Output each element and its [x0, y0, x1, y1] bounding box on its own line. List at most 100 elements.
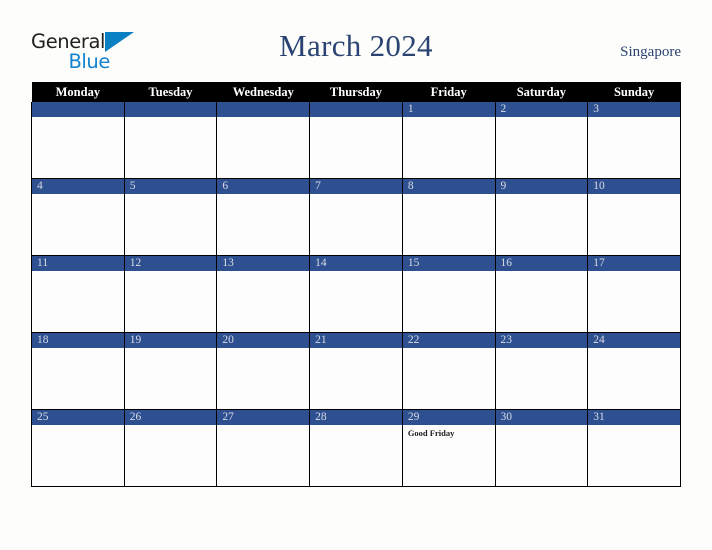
calendar-day-cell[interactable]: 10 — [587, 178, 681, 256]
calendar-day-cell[interactable]: 23 — [494, 332, 589, 410]
weekday-header-wednesday: Wednesday — [216, 82, 310, 102]
day-number — [124, 102, 217, 117]
weekday-header-tuesday: Tuesday — [124, 82, 217, 102]
day-number: 9 — [495, 179, 588, 194]
calendar-day-cell[interactable]: 28 — [309, 409, 403, 487]
day-events — [32, 425, 124, 428]
day-events — [125, 348, 217, 351]
calendar-day-cell[interactable]: 6 — [216, 178, 311, 256]
day-events — [588, 194, 680, 197]
day-number — [310, 102, 402, 117]
day-number: 21 — [310, 333, 402, 348]
calendar-day-cell[interactable]: 17 — [587, 255, 681, 333]
calendar-day-cell[interactable]: 31 — [587, 409, 681, 487]
calendar-day-cell[interactable]: 21 — [309, 332, 403, 410]
weekday-header-monday: Monday — [31, 82, 125, 102]
day-events — [217, 194, 309, 197]
calendar-day-cell[interactable]: 1 — [401, 102, 496, 179]
weekday-header-row: Monday Tuesday Wednesday Thursday Friday… — [31, 82, 681, 102]
day-number: 18 — [32, 333, 124, 348]
calendar-day-cell[interactable]: 9 — [494, 178, 589, 256]
day-events — [125, 117, 217, 120]
day-events — [496, 271, 588, 274]
day-events — [32, 271, 124, 274]
day-number: 26 — [124, 410, 217, 425]
calendar-day-cell[interactable]: 12 — [123, 255, 218, 333]
calendar-day-cell[interactable]: 14 — [309, 255, 403, 333]
day-events — [125, 425, 217, 428]
day-number: 19 — [124, 333, 217, 348]
calendar-empty-cell[interactable] — [31, 102, 125, 179]
calendar-day-cell[interactable]: 7 — [309, 178, 403, 256]
day-number: 13 — [217, 256, 310, 271]
calendar-day-cell[interactable]: 22 — [401, 332, 496, 410]
calendar-day-cell[interactable]: 25 — [31, 409, 125, 487]
day-events — [496, 425, 588, 428]
day-number: 11 — [32, 256, 124, 271]
day-number: 17 — [588, 256, 680, 271]
calendar-day-cell[interactable]: 19 — [123, 332, 218, 410]
day-number: 8 — [402, 179, 495, 194]
day-number: 15 — [402, 256, 495, 271]
calendar-day-cell[interactable]: 11 — [31, 255, 125, 333]
day-events — [32, 117, 124, 120]
day-events — [588, 425, 680, 428]
calendar-day-cell[interactable]: 27 — [216, 409, 311, 487]
calendar-week-row: 18 19 20 21 22 23 24 — [31, 332, 681, 410]
day-events — [217, 348, 309, 351]
day-events — [588, 271, 680, 274]
calendar-week-row: 123 — [31, 102, 681, 179]
calendar-day-cell[interactable]: 18 — [31, 332, 125, 410]
day-number: 25 — [32, 410, 124, 425]
day-number: 12 — [124, 256, 217, 271]
day-events — [403, 348, 495, 351]
calendar-day-cell[interactable]: 15 — [401, 255, 496, 333]
country-label: Singapore — [620, 44, 681, 60]
calendar-day-cell[interactable]: 30 — [494, 409, 589, 487]
day-number — [32, 102, 124, 117]
day-events — [403, 271, 495, 274]
calendar-week-row: 4 5 6 7 8 9 10 — [31, 178, 681, 256]
calendar-day-cell[interactable]: 8 — [401, 178, 496, 256]
weekday-header-sunday: Sunday — [587, 82, 681, 102]
calendar-day-cell[interactable]: 2 — [494, 102, 589, 179]
day-events — [32, 194, 124, 197]
day-events — [32, 348, 124, 351]
day-events — [403, 194, 495, 197]
day-number: 14 — [310, 256, 402, 271]
day-number: 29 — [402, 410, 495, 425]
calendar-body: 1 2 3 4 5 6 7 8 9 10 11 12 13 14 15 16 17 18 19 20 21 22 23 24 2… — [31, 102, 681, 487]
day-number: 27 — [217, 410, 310, 425]
day-number: 6 — [217, 179, 310, 194]
day-events — [125, 194, 217, 197]
day-events — [125, 271, 217, 274]
calendar-day-cell[interactable]: 3 — [587, 102, 681, 179]
page-header: General Blue March 2024 Singapore — [0, 0, 712, 82]
day-events — [217, 271, 309, 274]
calendar-day-cell[interactable]: 5 — [123, 178, 218, 256]
calendar-empty-cell[interactable] — [216, 102, 311, 179]
page-title: March 2024 — [279, 28, 433, 63]
calendar-day-cell[interactable]: 24 — [587, 332, 681, 410]
day-number: 10 — [588, 179, 680, 194]
day-number: 22 — [402, 333, 495, 348]
calendar-week-row: 25 26 27 28 29 Good Friday 30 31 — [31, 409, 681, 487]
day-events — [217, 425, 309, 428]
day-events — [310, 117, 402, 120]
calendar-empty-cell[interactable] — [309, 102, 403, 179]
calendar-day-cell[interactable]: 16 — [494, 255, 589, 333]
calendar-day-cell[interactable]: 13 — [216, 255, 311, 333]
day-events — [310, 271, 402, 274]
calendar-day-cell[interactable]: 26 — [123, 409, 218, 487]
day-number: 16 — [495, 256, 588, 271]
day-events — [310, 425, 402, 428]
day-number: 4 — [32, 179, 124, 194]
day-number: 5 — [124, 179, 217, 194]
day-number: 28 — [310, 410, 402, 425]
calendar-day-cell[interactable]: 4 — [31, 178, 125, 256]
calendar-day-cell[interactable]: 29 Good Friday — [401, 409, 496, 487]
day-events — [403, 117, 495, 120]
calendar-day-cell[interactable]: 20 — [216, 332, 311, 410]
month-calendar-table: Monday Tuesday Wednesday Thursday Friday… — [31, 82, 681, 487]
calendar-empty-cell[interactable] — [123, 102, 218, 179]
